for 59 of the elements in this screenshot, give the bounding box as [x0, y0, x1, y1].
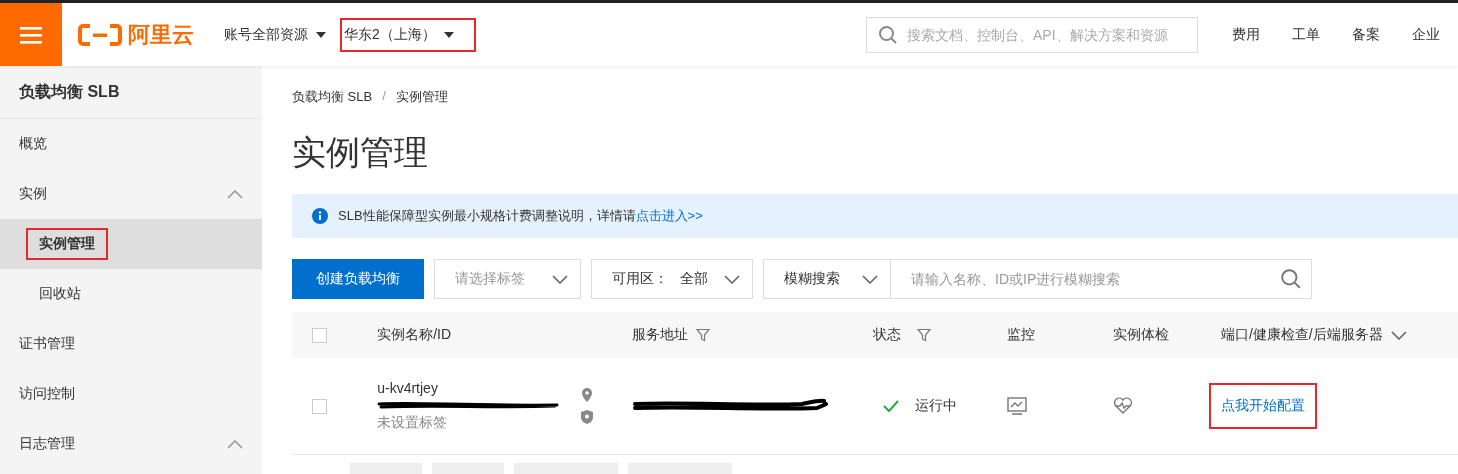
region-dropdown[interactable]: 华东2（上海） [340, 17, 476, 52]
breadcrumb-item: 实例管理 [395, 88, 448, 106]
sidebar-item[interactable]: 日志管理 [0, 419, 262, 469]
column-header: 服务地址 [632, 326, 689, 344]
logo-icon [78, 23, 122, 46]
chevron-icon [552, 274, 568, 284]
chevron-icon [227, 189, 243, 199]
brand-name: 阿里云 [128, 20, 194, 49]
notice-text: SLB性能保障型实例最小规格计费调整说明，详情请点击进入>> [338, 207, 703, 225]
chevron-icon [724, 274, 740, 284]
notice-link[interactable]: 点击进入>> [635, 208, 703, 223]
nav-link[interactable]: 备案 [1352, 25, 1380, 44]
search-mode-select[interactable]: 模糊搜索 [763, 259, 891, 299]
search-icon[interactable] [1280, 268, 1302, 290]
checkbox[interactable] [312, 327, 327, 343]
heartbeat-icon[interactable] [1113, 397, 1134, 415]
info-icon [312, 208, 328, 224]
chevron-icon [862, 274, 878, 284]
check-icon [883, 400, 900, 412]
create-button[interactable]: 创建负载均衡 [292, 259, 424, 299]
monitor-icon[interactable] [1006, 397, 1027, 415]
filter-icon[interactable] [696, 328, 711, 342]
breadcrumb-item[interactable]: 负载均衡 SLB [292, 88, 373, 106]
column-header: 实例体检 [1113, 326, 1170, 344]
sidebar-item[interactable]: 证书管理 [0, 319, 262, 369]
status-text: 运行中 [915, 397, 958, 415]
config-link[interactable]: 点我开始配置 [1208, 383, 1317, 429]
tag-label: 未设置标签 [377, 414, 448, 432]
instance-name: u-kv4rtjey [377, 380, 438, 396]
caret-icon [444, 31, 454, 38]
account-dropdown[interactable]: 账号全部资源 [216, 17, 334, 52]
shield-icon[interactable] [581, 410, 594, 424]
caret-icon [316, 31, 326, 38]
column-header: 端口/健康检查/后端服务器 [1220, 326, 1383, 344]
breadcrumb-separator: / [382, 88, 386, 105]
sidebar-subitem[interactable]: 实例管理 [0, 219, 262, 269]
nav-link[interactable]: 费用 [1232, 25, 1260, 44]
sidebar-item[interactable]: 访问控制 [0, 369, 262, 419]
sidebar-title: 负载均衡 SLB [0, 66, 262, 119]
filter-icon[interactable] [917, 328, 932, 342]
column-header: 状态 [873, 326, 902, 344]
nav-link[interactable]: 工单 [1292, 25, 1320, 44]
page-title: 实例管理 [292, 132, 429, 172]
location-pin-icon[interactable] [581, 388, 594, 402]
column-header: 实例名称/ID [377, 326, 452, 344]
chevron-icon [227, 439, 243, 449]
sidebar-item[interactable]: 实例 [0, 169, 262, 219]
search-icon [878, 24, 898, 45]
sidebar-subitem[interactable]: 回收站 [0, 269, 262, 319]
nav-link[interactable]: 企业 [1412, 25, 1440, 44]
zone-select[interactable]: 可用区： 全部 [591, 259, 753, 299]
chevron-icon[interactable] [1390, 330, 1407, 340]
sidebar-item[interactable]: 概览 [0, 119, 262, 169]
checkbox[interactable] [312, 398, 327, 414]
search-field[interactable]: 请输入名称、ID或IP进行模糊搜索 [891, 259, 1312, 299]
column-header: 监控 [1006, 326, 1035, 344]
menu-button[interactable] [0, 3, 62, 66]
search-field[interactable]: 搜索文档、控制台、API、解决方案和资源 [866, 16, 1198, 53]
menu-icon [20, 25, 42, 44]
